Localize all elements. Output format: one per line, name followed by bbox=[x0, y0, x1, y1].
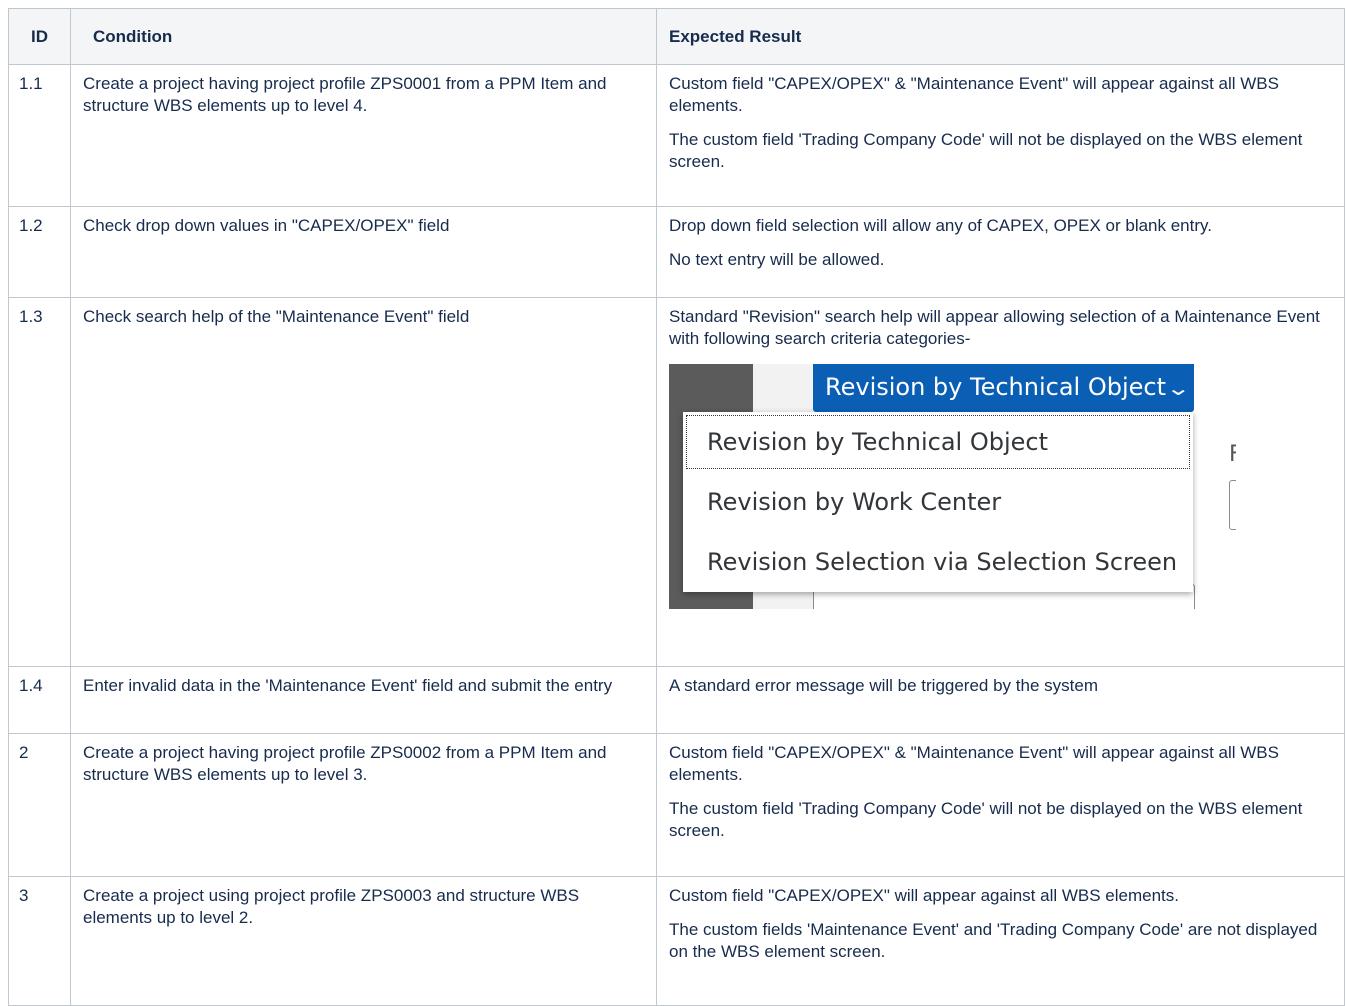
expected-line: The custom fields 'Maintenance Event' an… bbox=[669, 920, 1318, 961]
chevron-down-icon: ⌄ bbox=[1165, 376, 1191, 400]
menu-item-selection-screen[interactable]: Revision Selection via Selection Screen bbox=[683, 532, 1193, 592]
expected-line: No text entry will be allowed. bbox=[669, 250, 885, 269]
search-help-screenshot: F Revision by Technical Object⌄ Revision… bbox=[669, 364, 1236, 609]
row-condition: Check drop down values in "CAPEX/OPEX" f… bbox=[70, 206, 657, 298]
expected-line: The custom field 'Trading Company Code' … bbox=[669, 799, 1303, 840]
id-header: ID bbox=[8, 8, 71, 65]
condition-header: Condition bbox=[70, 8, 657, 65]
row-condition: Enter invalid data in the 'Maintenance E… bbox=[70, 666, 657, 734]
expected-line: Custom field "CAPEX/OPEX" & "Maintenance… bbox=[669, 743, 1279, 784]
background-letter: F bbox=[1229, 442, 1236, 467]
menu-item-technical-object[interactable]: Revision by Technical Object bbox=[683, 412, 1193, 472]
table-row: 3 Create a project using project profile… bbox=[8, 876, 1345, 1006]
table-row: 1.3 Check search help of the "Maintenanc… bbox=[8, 297, 1345, 667]
expected-line: Standard "Revision" search help will app… bbox=[669, 307, 1320, 348]
row-expected: Custom field "CAPEX/OPEX" will appear ag… bbox=[656, 876, 1345, 1006]
row-expected: A standard error message will be trigger… bbox=[656, 666, 1345, 734]
expected-line: Custom field "CAPEX/OPEX" & "Maintenance… bbox=[669, 74, 1279, 115]
row-condition: Create a project having project profile … bbox=[70, 733, 657, 877]
row-expected: Custom field "CAPEX/OPEX" & "Maintenance… bbox=[656, 733, 1345, 877]
row-id: 3 bbox=[8, 876, 71, 1006]
test-cases-table: ID Condition Expected Result 1.1 Create … bbox=[8, 8, 1345, 1006]
row-id: 1.2 bbox=[8, 206, 71, 298]
row-condition: Create a project having project profile … bbox=[70, 64, 657, 207]
expected-line: Drop down field selection will allow any… bbox=[669, 216, 1212, 235]
row-expected: Drop down field selection will allow any… bbox=[656, 206, 1345, 298]
background-input-field bbox=[1229, 480, 1236, 530]
expected-line: A standard error message will be trigger… bbox=[669, 676, 1098, 695]
expected-line: The custom field 'Trading Company Code' … bbox=[669, 130, 1303, 171]
table-row: 1.2 Check drop down values in "CAPEX/OPE… bbox=[8, 206, 1345, 298]
table-row: 2 Create a project having project profil… bbox=[8, 733, 1345, 877]
table-row: 1.4 Enter invalid data in the 'Maintenan… bbox=[8, 666, 1345, 734]
dropdown-button-label: Revision by Technical Object bbox=[825, 373, 1166, 401]
test-cases-table-wrapper: ID Condition Expected Result 1.1 Create … bbox=[8, 8, 1345, 1006]
row-id: 1.4 bbox=[8, 666, 71, 734]
row-condition: Check search help of the "Maintenance Ev… bbox=[70, 297, 657, 667]
row-id: 2 bbox=[8, 733, 71, 877]
expected-header: Expected Result bbox=[656, 8, 1345, 65]
row-condition: Create a project using project profile Z… bbox=[70, 876, 657, 1006]
header-row: ID Condition Expected Result bbox=[8, 8, 1345, 65]
search-category-dropdown-button[interactable]: Revision by Technical Object⌄ bbox=[813, 364, 1194, 412]
row-id: 1.3 bbox=[8, 297, 71, 667]
row-expected: Standard "Revision" search help will app… bbox=[656, 297, 1345, 667]
row-id: 1.1 bbox=[8, 64, 71, 207]
row-expected: Custom field "CAPEX/OPEX" & "Maintenance… bbox=[656, 64, 1345, 207]
expected-line: Custom field "CAPEX/OPEX" will appear ag… bbox=[669, 886, 1179, 905]
table-row: 1.1 Create a project having project prof… bbox=[8, 64, 1345, 207]
menu-item-work-center[interactable]: Revision by Work Center bbox=[683, 472, 1193, 532]
search-category-menu: Revision by Technical Object Revision by… bbox=[683, 412, 1193, 592]
